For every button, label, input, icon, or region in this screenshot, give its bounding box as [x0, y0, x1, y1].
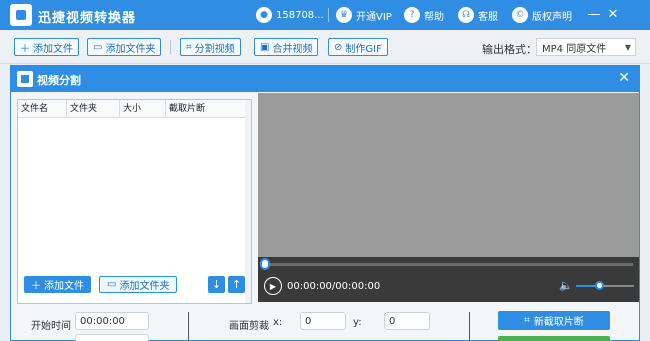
app-logo-icon [10, 4, 32, 26]
dialog-add-file-label: 添加文件 [44, 281, 84, 292]
move-down-button[interactable]: ↓ [208, 276, 225, 293]
app-title: 迅捷视频转换器 [38, 11, 137, 26]
folder-icon: ▭ [93, 41, 103, 53]
user-account[interactable]: ● 158708... [256, 6, 324, 24]
vip-button[interactable]: ♛ 开通VIP [336, 6, 392, 24]
service-button[interactable]: ☊ 客服 [458, 6, 498, 24]
timeline-track[interactable] [264, 263, 633, 266]
user-label: 158708... [276, 9, 324, 21]
dialog-add-folder-button[interactable]: ▭ 添加文件夹 [99, 276, 178, 293]
add-folder-label: 添加文件夹 [105, 43, 156, 55]
dropdown-arrow-icon: ▼ [624, 43, 631, 52]
move-up-button[interactable]: ↑ [228, 276, 245, 293]
split-video-label: 分割视频 [194, 43, 235, 55]
divider [170, 40, 171, 54]
end-time-input[interactable] [75, 334, 149, 341]
dialog-add-file-button[interactable]: ＋ 添加文件 [24, 276, 91, 293]
copyright-button[interactable]: © 版权声明 [512, 6, 572, 24]
column-header-folder: 文件夹 [67, 100, 120, 117]
column-header-filename: 文件名 [18, 100, 67, 117]
arrow-down-icon: ↓ [211, 278, 222, 291]
new-clip-button[interactable]: ⌗ 新截取片断 [498, 311, 610, 330]
add-file-label: 添加文件 [33, 43, 73, 55]
start-time-label: 开始时间 [31, 321, 71, 332]
title-bar: 迅捷视频转换器 ● 158708... ♛ 开通VIP ? 帮助 ☊ 客服 © … [0, 0, 650, 30]
y-label: y: [353, 317, 362, 328]
copyright-label: 版权声明 [532, 11, 572, 23]
crop-icon: ⌗ [186, 41, 192, 53]
divider [469, 312, 470, 341]
file-list[interactable]: 文件名 文件夹 大小 截取片断 [17, 99, 252, 304]
close-window-button[interactable]: ✕ [604, 5, 622, 23]
output-format-label: 输出格式： [482, 43, 537, 56]
column-header-clips: 截取片断 [166, 100, 248, 117]
vip-icon: ♛ [336, 7, 352, 23]
close-dialog-button[interactable]: ✕ [618, 70, 630, 86]
split-video-button[interactable]: ⌗ 分割视频 [180, 38, 241, 56]
play-icon: ▶ [269, 281, 277, 291]
divider [188, 312, 189, 341]
volume-handle[interactable] [595, 281, 604, 290]
crop-x-input[interactable]: 0 [300, 312, 346, 330]
video-split-dialog: 视频分割 ✕ 文件名 文件夹 大小 截取片断 ＋ 添加文件 ▭ 添加文件夹 ↓ … [10, 65, 640, 341]
help-label: 帮助 [424, 11, 444, 23]
help-icon: ? [404, 7, 420, 23]
crop-label: 画面剪裁 [229, 321, 269, 332]
add-file-button[interactable]: ＋ 添加文件 [14, 38, 79, 56]
make-gif-button[interactable]: ⊘ 制作GIF [328, 38, 388, 56]
merge-icon: ▣ [260, 41, 270, 53]
confirm-button[interactable] [498, 336, 610, 341]
crop-icon: ⌗ [524, 315, 530, 326]
arrow-up-icon: ↑ [231, 278, 242, 291]
divider [328, 8, 329, 22]
dialog-add-folder-label: 添加文件夹 [119, 281, 170, 292]
headset-icon: ☊ [458, 7, 474, 23]
output-format-select[interactable]: MP4 同原文件 ▼ [536, 38, 636, 56]
folder-icon: ▭ [107, 279, 117, 290]
add-folder-button[interactable]: ▭ 添加文件夹 [87, 38, 162, 56]
play-button[interactable]: ▶ [264, 277, 282, 295]
dialog-header: 视频分割 ✕ [11, 66, 639, 92]
merge-video-label: 合并视频 [272, 43, 313, 55]
gif-icon: ⊘ [334, 41, 343, 53]
timecode: 00:00:00/00:00:00 [287, 281, 381, 292]
crop-y-input[interactable]: 0 [384, 312, 430, 330]
merge-video-button[interactable]: ▣ 合并视频 [254, 38, 319, 56]
plus-icon: ＋ [20, 43, 30, 55]
output-format-value: MP4 同原文件 [542, 43, 607, 55]
help-button[interactable]: ? 帮助 [404, 6, 444, 24]
column-header-size: 大小 [120, 100, 166, 117]
main-toolbar: ＋ 添加文件 ▭ 添加文件夹 ⌗ 分割视频 ▣ 合并视频 ⊘ 制作GIF 输出格… [0, 30, 650, 64]
vip-label: 开通VIP [356, 11, 392, 23]
make-gif-label: 制作GIF [345, 43, 382, 55]
timeline-handle[interactable] [260, 258, 270, 270]
start-time-input[interactable]: 00:00:00 [75, 312, 149, 330]
dialog-app-icon [17, 71, 33, 87]
volume-icon[interactable]: 🔈 [559, 279, 573, 292]
minimize-button[interactable]: — [585, 5, 603, 23]
user-icon: ● [256, 7, 272, 23]
copyright-icon: © [512, 7, 528, 23]
new-clip-label: 新截取片断 [533, 317, 584, 328]
service-label: 客服 [478, 11, 498, 23]
x-label: x: [273, 317, 283, 328]
dialog-title: 视频分割 [37, 74, 81, 87]
video-preview [258, 93, 639, 257]
file-list-scrollbar[interactable] [245, 100, 251, 303]
plus-icon: ＋ [31, 281, 41, 292]
file-list-header: 文件名 文件夹 大小 截取片断 [18, 100, 251, 118]
video-player: ▶ 00:00:00/00:00:00 🔈 [258, 93, 639, 302]
